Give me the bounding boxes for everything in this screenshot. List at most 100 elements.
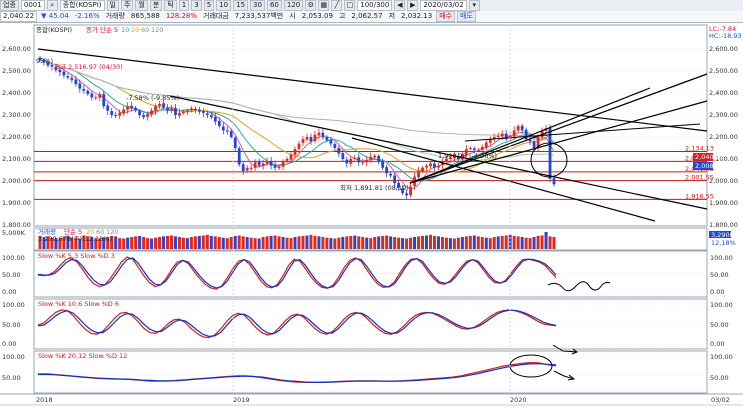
volume-bar xyxy=(205,234,209,249)
candle-body xyxy=(516,126,520,131)
candle-body xyxy=(130,105,134,109)
stoch1-title: Slow %K 5,3 Slow %D 3 xyxy=(38,252,115,260)
volume-bar xyxy=(460,237,464,249)
candle-body xyxy=(301,139,305,143)
volume-bar xyxy=(233,235,237,249)
volume-bar xyxy=(397,237,401,249)
volume-bar xyxy=(269,235,273,249)
candle-body xyxy=(74,79,78,85)
minute-30-button[interactable]: 30 xyxy=(250,0,265,11)
volume-bar xyxy=(480,237,484,249)
volume-bar xyxy=(349,235,353,249)
minute-15-button[interactable]: 15 xyxy=(233,0,249,11)
volume-bar xyxy=(452,238,456,249)
candle-body xyxy=(405,193,408,196)
low-label: 저 xyxy=(388,12,396,20)
volume-bar xyxy=(369,238,373,249)
candle-body xyxy=(377,155,381,162)
volume-bar xyxy=(496,236,500,249)
grid-icon[interactable]: ▦ xyxy=(318,0,330,11)
price-ytick-right: 2,200.00 xyxy=(709,133,738,141)
date-field[interactable]: 2020/03/02 xyxy=(420,0,467,11)
candle-body xyxy=(361,162,365,164)
candle-body xyxy=(317,132,321,136)
volume-bar xyxy=(158,237,162,249)
candle-body xyxy=(421,167,424,172)
scroll-left-icon[interactable]: ◀ xyxy=(394,0,406,11)
candle-body xyxy=(217,120,221,126)
chart-area[interactable]: 종합(KOSPI) 종가 단순 5 10 20 60 120 LC:-7.84 … xyxy=(0,23,743,417)
candle-body xyxy=(233,137,237,148)
candle-body xyxy=(353,157,357,159)
x-label-2018: 2018 xyxy=(36,396,53,404)
stoch3-left-ytick-0: 100.00 xyxy=(2,353,25,361)
candle-body xyxy=(118,112,122,116)
candle-body xyxy=(225,130,229,132)
price-ytick-left: 2,300.00 xyxy=(2,111,31,119)
candle-body xyxy=(114,115,118,117)
amount-label: 거래대금 xyxy=(203,12,229,20)
scroll-right-icon[interactable]: ▶ xyxy=(407,0,419,11)
period-day-button[interactable]: 일 xyxy=(106,0,119,11)
data-count-field[interactable]: 100/300 xyxy=(357,0,393,11)
minute-120-button[interactable]: 120 xyxy=(283,0,304,11)
stoch1-ytick-2: 0.00 xyxy=(710,288,724,296)
high-label: 고 xyxy=(338,12,346,20)
candle-body xyxy=(305,137,309,140)
buy-button[interactable]: 매수 xyxy=(436,11,456,22)
sector-type-select[interactable]: 업종 xyxy=(0,0,19,11)
sell-button[interactable]: 매도 xyxy=(457,11,476,22)
minute-3-button[interactable]: 3 xyxy=(191,0,202,11)
stoch2-ytick-0: 100.00 xyxy=(710,301,733,309)
change-rate: -2.16% xyxy=(74,12,100,20)
period-month-button[interactable]: 월 xyxy=(135,0,148,11)
support-line-label: 1,916.55 xyxy=(685,192,714,200)
stoch3-ytick-0: 100.00 xyxy=(710,353,733,361)
minute-60-button[interactable]: 60 xyxy=(266,0,282,11)
period-week-button[interactable]: 주 xyxy=(120,0,134,11)
period-tick-button[interactable]: 틱 xyxy=(164,0,177,11)
stoch3-left-ytick-1: 50.00 xyxy=(2,374,21,382)
search-icon[interactable]: ⌕ xyxy=(46,0,58,11)
candle-body xyxy=(186,110,189,112)
price-ytick-left: 2,100.00 xyxy=(2,155,31,163)
price-ytick-right: 2,500.00 xyxy=(709,67,738,75)
calendar-icon[interactable]: ▾ xyxy=(468,0,480,11)
box-icon[interactable]: □ xyxy=(344,0,356,11)
line-icon[interactable]: ╱ xyxy=(331,0,343,11)
candle-body xyxy=(313,134,317,141)
ma-legend-3: 60 xyxy=(141,26,149,34)
volume-bar xyxy=(249,237,253,249)
ma-legend-2: 20 xyxy=(131,26,139,34)
candle-body xyxy=(265,161,269,164)
minute-5-button[interactable]: 5 xyxy=(203,0,215,11)
period-minute-button[interactable]: 분 xyxy=(149,0,163,11)
candle-body xyxy=(158,104,161,106)
volume-value: 865,588 xyxy=(130,12,160,20)
volume-bar xyxy=(134,236,138,249)
volume-bar xyxy=(401,238,405,249)
volume-bar xyxy=(126,237,130,249)
minute-1-button[interactable]: 1 xyxy=(178,0,190,11)
volume-bar xyxy=(432,235,436,249)
volume-bar xyxy=(436,236,440,249)
volume-bar xyxy=(333,238,337,249)
candle-body xyxy=(66,76,70,78)
volume-bar xyxy=(130,237,134,249)
price-ytick-right: 2,300.00 xyxy=(709,111,738,119)
candle-body xyxy=(249,167,253,169)
volume-bar xyxy=(277,236,281,249)
sector-code-input[interactable]: 0001 xyxy=(20,0,45,11)
settings-icon[interactable]: ⚙ xyxy=(305,0,317,11)
candle-body xyxy=(122,109,126,114)
sector-name-field: 종합(KOSPI) xyxy=(59,0,105,11)
candle-body xyxy=(425,165,428,168)
candle-body xyxy=(389,173,393,176)
minute-10-button[interactable]: 10 xyxy=(216,0,232,11)
annotation-low: 최저 1,891.81 (08/19) xyxy=(340,183,409,192)
price-change: ▼ 45.04 xyxy=(41,12,69,20)
candle-body xyxy=(357,157,361,163)
candle-body xyxy=(102,93,106,107)
candle-body xyxy=(146,113,149,117)
price-ytick-left: 2,200.00 xyxy=(2,133,31,141)
